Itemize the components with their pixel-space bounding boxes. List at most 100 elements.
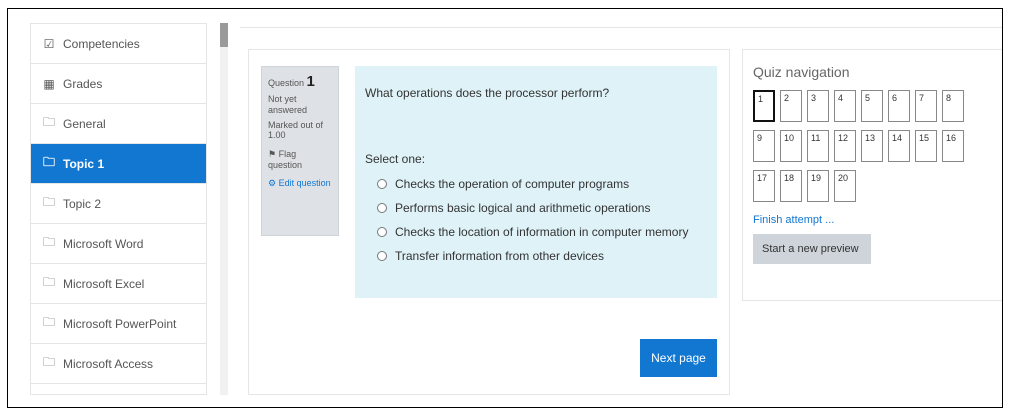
question-nav-button[interactable]: 12 <box>834 130 856 162</box>
question-nav-button[interactable]: 1 <box>753 90 775 122</box>
question-nav-button[interactable]: 20 <box>834 170 856 202</box>
question-nav-number: 16 <box>946 133 957 143</box>
question-nav-number: 15 <box>919 133 930 143</box>
option-label: Transfer information from other devices <box>395 249 604 263</box>
sidebar-item-microsoft-excel[interactable]: 🗀 Microsoft Excel <box>31 264 206 304</box>
question-nav-button[interactable]: 6 <box>888 90 910 122</box>
sidebar-item-grades[interactable]: ▦ Grades <box>31 64 206 104</box>
question-nav-button[interactable]: 4 <box>834 90 856 122</box>
checkbox-icon: ☑ <box>43 36 55 51</box>
question-nav-number: 8 <box>946 93 952 103</box>
question-nav-number: 14 <box>892 133 903 143</box>
browser-frame: ☑ Competencies ▦ Grades 🗀 General 🗀 Topi… <box>7 8 1003 408</box>
question-nav-number: 10 <box>784 133 795 143</box>
folder-icon: 🗀 <box>42 235 55 249</box>
start-new-preview-button[interactable]: Start a new preview <box>753 234 871 264</box>
table-icon: ▦ <box>43 76 55 91</box>
radio-button[interactable] <box>377 251 387 261</box>
question-nav-number: 4 <box>838 93 844 103</box>
radio-button[interactable] <box>377 203 387 213</box>
question-nav-number: 9 <box>757 133 763 143</box>
sidebar-item-microsoft-word[interactable]: 🗀 Microsoft Word <box>31 224 206 264</box>
question-status: Not yet answered <box>268 94 308 115</box>
sidebar-item-label: Grades <box>63 76 103 91</box>
sidebar-item-label: Microsoft Excel <box>63 276 145 291</box>
edit-question-link[interactable]: ⚙ Edit question <box>268 178 332 189</box>
sidebar-scrollbar[interactable] <box>220 23 228 395</box>
question-nav-number: 20 <box>838 173 849 183</box>
sidebar-item-label: Microsoft PowerPoint <box>63 316 177 331</box>
sidebar-item-general[interactable]: 🗀 General <box>31 104 206 144</box>
question-nav-button[interactable]: 16 <box>942 130 964 162</box>
sidebar-item-label: Topic 2 <box>63 196 102 211</box>
folder-icon: 🗀 <box>42 155 55 169</box>
folder-icon: 🗀 <box>42 355 55 369</box>
sidebar-item-microsoft-access[interactable]: 🗀 Microsoft Access <box>31 344 206 384</box>
edit-label: Edit question <box>278 178 331 189</box>
sidebar-item-microsoft-powerpoint[interactable]: 🗀 Microsoft PowerPoint <box>31 304 206 344</box>
question-nav-button[interactable]: 10 <box>780 130 802 162</box>
sidebar-item-topic-1[interactable]: 🗀 Topic 1 <box>31 144 206 184</box>
question-nav-button[interactable]: 5 <box>861 90 883 122</box>
answer-option[interactable]: Performs basic logical and arithmetic op… <box>365 196 707 220</box>
question-nav-button[interactable]: 9 <box>753 130 775 162</box>
scrollbar-thumb[interactable] <box>220 23 228 47</box>
question-number-value: 1 <box>306 73 315 90</box>
quiz-navigation-panel: Quiz navigation 1 2 3 4 5 6 7 8 9 10 11 12 13 14 15 16 1… <box>742 49 1002 301</box>
radio-button[interactable] <box>377 179 387 189</box>
question-text: What operations does the processor perfo… <box>365 86 610 100</box>
sidebar-item-topic-2[interactable]: 🗀 Topic 2 <box>31 184 206 224</box>
question-nav-number: 12 <box>838 133 849 143</box>
question-number: Question 1 <box>268 73 332 90</box>
question-nav-number: 19 <box>811 173 822 183</box>
question-nav-button[interactable]: 8 <box>942 90 964 122</box>
answer-option[interactable]: Checks the location of information in co… <box>365 220 707 244</box>
flag-icon: ⚑ <box>268 149 277 160</box>
radio-button[interactable] <box>377 227 387 237</box>
question-nav-button[interactable]: 15 <box>915 130 937 162</box>
question-nav-number: 7 <box>919 93 925 103</box>
question-info: Question 1 Not yet answered Marked out o… <box>261 66 339 236</box>
question-nav-button[interactable]: 18 <box>780 170 802 202</box>
question-marks: Marked out of 1.00 <box>268 119 324 141</box>
folder-icon: 🗀 <box>42 275 55 289</box>
question-nav-number: 13 <box>865 133 876 143</box>
question-nav-button[interactable]: 11 <box>807 130 829 162</box>
gear-icon: ⚙ <box>268 178 277 189</box>
question-nav-number: 3 <box>811 93 817 103</box>
sidebar-item-label: Microsoft Access <box>63 356 154 371</box>
folder-icon: 🗀 <box>42 195 55 209</box>
option-label: Checks the location of information in co… <box>395 225 689 239</box>
answer-option[interactable]: Checks the operation of computer program… <box>365 172 707 196</box>
question-nav-number: 1 <box>758 94 764 104</box>
sidebar-item-label: Microsoft Word <box>63 236 144 251</box>
divider <box>240 27 1002 28</box>
sidebar-item-label: Competencies <box>63 36 140 51</box>
question-nav-button[interactable]: 3 <box>807 90 829 122</box>
course-sidebar: ☑ Competencies ▦ Grades 🗀 General 🗀 Topi… <box>30 23 207 395</box>
question-nav-button[interactable]: 17 <box>753 170 775 202</box>
question-nav-number: 11 <box>811 133 821 143</box>
finish-attempt-link[interactable]: Finish attempt ... <box>753 214 997 226</box>
question-button-grid: 1 2 3 4 5 6 7 8 9 10 11 12 13 14 15 16 17 18 19 20 <box>753 90 993 210</box>
sidebar-item-label: General <box>63 116 106 131</box>
option-label: Checks the operation of computer program… <box>395 177 630 191</box>
question-nav-button[interactable]: 13 <box>861 130 883 162</box>
folder-icon: 🗀 <box>42 115 55 129</box>
question-nav-button[interactable]: 7 <box>915 90 937 122</box>
sidebar-item-label: Topic 1 <box>63 156 105 171</box>
sidebar-item-competencies[interactable]: ☑ Competencies <box>31 24 206 64</box>
question-nav-button[interactable]: 19 <box>807 170 829 202</box>
question-nav-number: 6 <box>892 93 898 103</box>
question-nav-button[interactable]: 2 <box>780 90 802 122</box>
folder-icon: 🗀 <box>42 315 55 329</box>
question-nav-number: 5 <box>865 93 871 103</box>
question-card: Question 1 Not yet answered Marked out o… <box>248 49 730 395</box>
question-content: What operations does the processor perfo… <box>355 66 717 298</box>
answer-option[interactable]: Transfer information from other devices <box>365 244 707 268</box>
question-nav-number: 2 <box>784 93 790 103</box>
next-page-button[interactable]: Next page <box>640 339 717 377</box>
flag-question-link[interactable]: ⚑ Flag question <box>268 149 332 170</box>
question-nav-button[interactable]: 14 <box>888 130 910 162</box>
option-label: Performs basic logical and arithmetic op… <box>395 201 651 215</box>
